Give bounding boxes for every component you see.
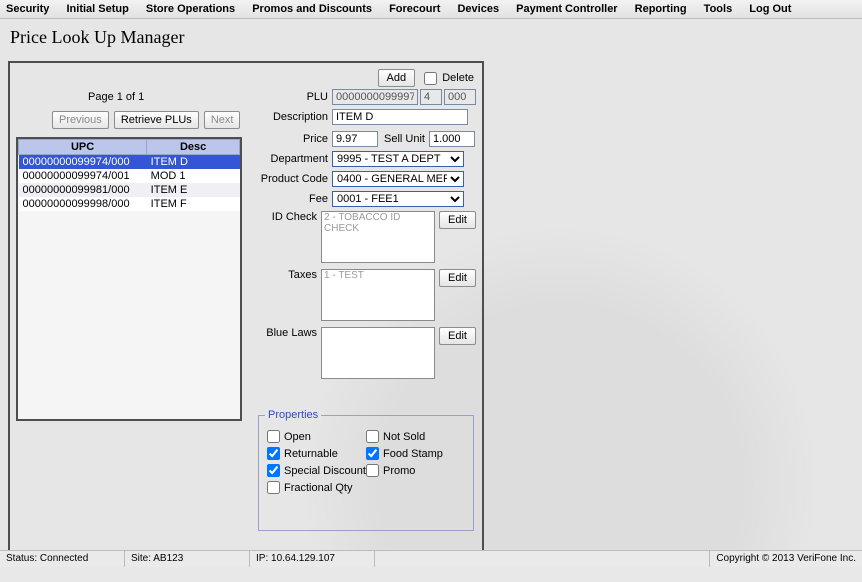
special-discount-checkbox[interactable] (267, 464, 280, 477)
taxes-list[interactable]: 1 - TEST (321, 269, 435, 321)
blue-laws-label: Blue Laws (258, 327, 321, 339)
prop-promo[interactable]: Promo (366, 464, 465, 477)
not-sold-label: Not Sold (383, 431, 425, 443)
taxes-item: 1 - TEST (324, 270, 432, 281)
product-code-select[interactable]: 0400 - GENERAL MERCHANI (332, 171, 464, 187)
fractional-qty-checkbox[interactable] (267, 481, 280, 494)
fee-select[interactable]: 0001 - FEE1 (332, 191, 464, 207)
open-label: Open (284, 431, 311, 443)
menu-tools[interactable]: Tools (704, 3, 733, 15)
next-button[interactable]: Next (204, 111, 241, 129)
prop-returnable[interactable]: Returnable (267, 447, 366, 460)
prop-fractional-qty[interactable]: Fractional Qty (267, 481, 366, 494)
properties-legend: Properties (265, 409, 321, 421)
status-connection: Status: Connected (0, 551, 125, 567)
page-body: Price Look Up Manager Add Delete Page 1 … (0, 19, 862, 567)
id-check-edit-button[interactable]: Edit (439, 211, 476, 229)
status-ip: IP: 10.64.129.107 (250, 551, 375, 567)
price-label: Price (258, 133, 332, 145)
table-header-row: UPC Desc (19, 140, 240, 155)
cell-desc: ITEM F (147, 197, 240, 211)
status-bar: Status: Connected Site: AB123 IP: 10.64.… (0, 550, 862, 567)
food-stamp-label: Food Stamp (383, 448, 443, 460)
cell-desc: ITEM E (147, 183, 240, 197)
menu-log-out[interactable]: Log Out (749, 3, 791, 15)
product-code-label: Product Code (258, 173, 332, 185)
open-checkbox[interactable] (267, 430, 280, 443)
prop-special-discount[interactable]: Special Discount (267, 464, 366, 477)
plu-label: PLU (258, 91, 332, 103)
prop-not-sold[interactable]: Not Sold (366, 430, 465, 443)
not-sold-checkbox[interactable] (366, 430, 379, 443)
blue-laws-list[interactable] (321, 327, 435, 379)
table-row[interactable]: 00000000099998/000 ITEM F (19, 197, 240, 211)
cell-desc: ITEM D (147, 155, 240, 170)
cell-upc: 00000000099974/000 (19, 155, 147, 170)
prop-food-stamp[interactable]: Food Stamp (366, 447, 465, 460)
taxes-label: Taxes (258, 269, 321, 281)
main-panel: Add Delete Page 1 of 1 Previous Retrieve… (8, 61, 484, 559)
blue-laws-edit-button[interactable]: Edit (439, 327, 476, 345)
delete-checkbox[interactable] (424, 72, 437, 85)
table-row[interactable]: 00000000099981/000 ITEM E (19, 183, 240, 197)
fractional-qty-label: Fractional Qty (284, 482, 352, 494)
cell-desc: MOD 1 (147, 169, 240, 183)
status-spacer (375, 551, 710, 567)
description-field[interactable] (332, 109, 468, 125)
table-row[interactable]: 00000000099974/001 MOD 1 (19, 169, 240, 183)
returnable-checkbox[interactable] (267, 447, 280, 460)
cell-upc: 00000000099974/001 (19, 169, 147, 183)
special-discount-label: Special Discount (284, 465, 366, 477)
menu-payment-controller[interactable]: Payment Controller (516, 3, 617, 15)
plu-list: UPC Desc 00000000099974/000 ITEM D 00000… (16, 137, 242, 421)
menu-devices[interactable]: Devices (457, 3, 499, 15)
id-check-item: 2 - TOBACCO ID CHECK (324, 212, 432, 234)
col-upc[interactable]: UPC (19, 140, 147, 155)
menu-security[interactable]: Security (6, 3, 49, 15)
department-label: Department (258, 153, 332, 165)
sell-unit-label: Sell Unit (384, 133, 425, 145)
prop-open[interactable]: Open (267, 430, 366, 443)
cell-upc: 00000000099998/000 (19, 197, 147, 211)
promo-label: Promo (383, 465, 415, 477)
id-check-label: ID Check (258, 211, 321, 223)
id-check-list[interactable]: 2 - TOBACCO ID CHECK (321, 211, 435, 263)
plu-field[interactable] (332, 89, 418, 105)
pager-buttons: Previous Retrieve PLUs Next (52, 111, 242, 129)
fee-label: Fee (258, 193, 332, 205)
detail-form: PLU Description Price Sell Unit Departme… (258, 89, 476, 383)
menu-store-operations[interactable]: Store Operations (146, 3, 235, 15)
page-title: Price Look Up Manager (0, 19, 862, 54)
food-stamp-checkbox[interactable] (366, 447, 379, 460)
status-site: Site: AB123 (125, 551, 250, 567)
top-buttons: Add Delete (378, 69, 475, 87)
promo-checkbox[interactable] (366, 464, 379, 477)
menu-initial-setup[interactable]: Initial Setup (66, 3, 128, 15)
plu-table: UPC Desc 00000000099974/000 ITEM D 00000… (18, 139, 240, 211)
previous-button[interactable]: Previous (52, 111, 109, 129)
status-copyright: Copyright © 2013 VeriFone Inc. (710, 551, 862, 567)
col-desc[interactable]: Desc (147, 140, 240, 155)
department-select[interactable]: 9995 - TEST A DEPT (332, 151, 464, 167)
plu-suffix-field[interactable] (444, 89, 476, 105)
description-label: Description (258, 111, 332, 123)
plu-mid-field[interactable] (420, 89, 442, 105)
taxes-edit-button[interactable]: Edit (439, 269, 476, 287)
cell-upc: 00000000099981/000 (19, 183, 147, 197)
retrieve-plus-button[interactable]: Retrieve PLUs (114, 111, 199, 129)
sell-unit-field[interactable] (429, 131, 475, 147)
properties-fieldset: Properties Open Not Sold Returnable Food… (258, 415, 474, 531)
menu-forecourt[interactable]: Forecourt (389, 3, 440, 15)
price-field[interactable] (332, 131, 378, 147)
menu-bar: Security Initial Setup Store Operations … (0, 0, 862, 19)
menu-promos-discounts[interactable]: Promos and Discounts (252, 3, 372, 15)
menu-reporting[interactable]: Reporting (635, 3, 687, 15)
add-button[interactable]: Add (378, 69, 416, 87)
table-row[interactable]: 00000000099974/000 ITEM D (19, 155, 240, 170)
delete-label: Delete (442, 72, 474, 84)
pager-label: Page 1 of 1 (88, 91, 144, 103)
returnable-label: Returnable (284, 448, 338, 460)
